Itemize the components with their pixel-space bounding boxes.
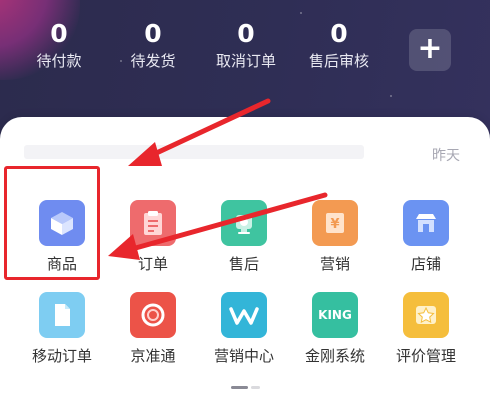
grid-item-label: 京准通	[130, 347, 176, 365]
stat-pending-payment[interactable]: 0 待付款	[14, 20, 104, 72]
grid-item-label: 评价管理	[395, 347, 456, 365]
stat-cancelled-orders[interactable]: 0 取消订单	[201, 20, 291, 72]
date-label: 昨天	[432, 148, 460, 164]
grid-item-label: 订单	[137, 255, 168, 273]
page-indicator-active	[231, 386, 248, 389]
grid-item-order[interactable]: 订单	[107, 200, 199, 273]
grid-item-label: 售后	[228, 255, 259, 273]
stat-label: 待发货	[130, 52, 176, 70]
highlight-box	[4, 166, 100, 280]
grid-item-label: 店铺	[410, 255, 441, 273]
grid-item-label: 营销	[319, 255, 350, 273]
stat-label: 待付款	[36, 52, 82, 70]
stat-value: 0	[144, 19, 162, 48]
king-icon-text: KING	[318, 308, 352, 322]
grid-item-marketing-center[interactable]: 营销中心	[198, 292, 290, 365]
grid-item-label: 营销中心	[213, 347, 274, 365]
store-icon	[403, 200, 449, 246]
marketing-center-wave-icon	[221, 292, 267, 338]
stat-label: 取消订单	[215, 52, 276, 70]
stat-value: 0	[330, 19, 348, 48]
grid-item-jingzhuntong[interactable]: 京准通	[107, 292, 199, 365]
placeholder-bar	[24, 145, 364, 159]
after-sales-headset-icon	[221, 200, 267, 246]
grid-item-after-sales[interactable]: 售后	[198, 200, 290, 273]
svg-text:¥: ¥	[330, 217, 339, 232]
grid-item-store[interactable]: 店铺	[380, 200, 472, 273]
jingzhuntong-ring-icon	[130, 292, 176, 338]
stat-value: 0	[50, 19, 68, 48]
decorative-star	[390, 95, 392, 97]
page-indicator-inactive	[251, 386, 260, 389]
grid-item-marketing[interactable]: ¥ 营销	[289, 200, 381, 273]
marketing-coupon-icon: ¥	[312, 200, 358, 246]
stat-label: 售后审核	[308, 52, 369, 70]
mobile-order-document-icon	[39, 292, 85, 338]
order-clipboard-icon	[130, 200, 176, 246]
grid-item-label: 移动订单	[31, 347, 92, 365]
decorative-star	[300, 12, 302, 14]
stat-value: 0	[237, 19, 255, 48]
king-system-icon: KING	[312, 292, 358, 338]
stat-after-sales-review[interactable]: 0 售后审核	[294, 20, 384, 72]
grid-item-review-management[interactable]: 评价管理	[380, 292, 472, 365]
add-button[interactable]: +	[409, 29, 451, 71]
grid-item-king-system[interactable]: KING 金刚系统	[289, 292, 381, 365]
stat-pending-shipment[interactable]: 0 待发货	[108, 20, 198, 72]
review-star-icon	[403, 292, 449, 338]
grid-item-mobile-order[interactable]: 移动订单	[16, 292, 108, 365]
grid-item-label: 金刚系统	[304, 347, 365, 365]
